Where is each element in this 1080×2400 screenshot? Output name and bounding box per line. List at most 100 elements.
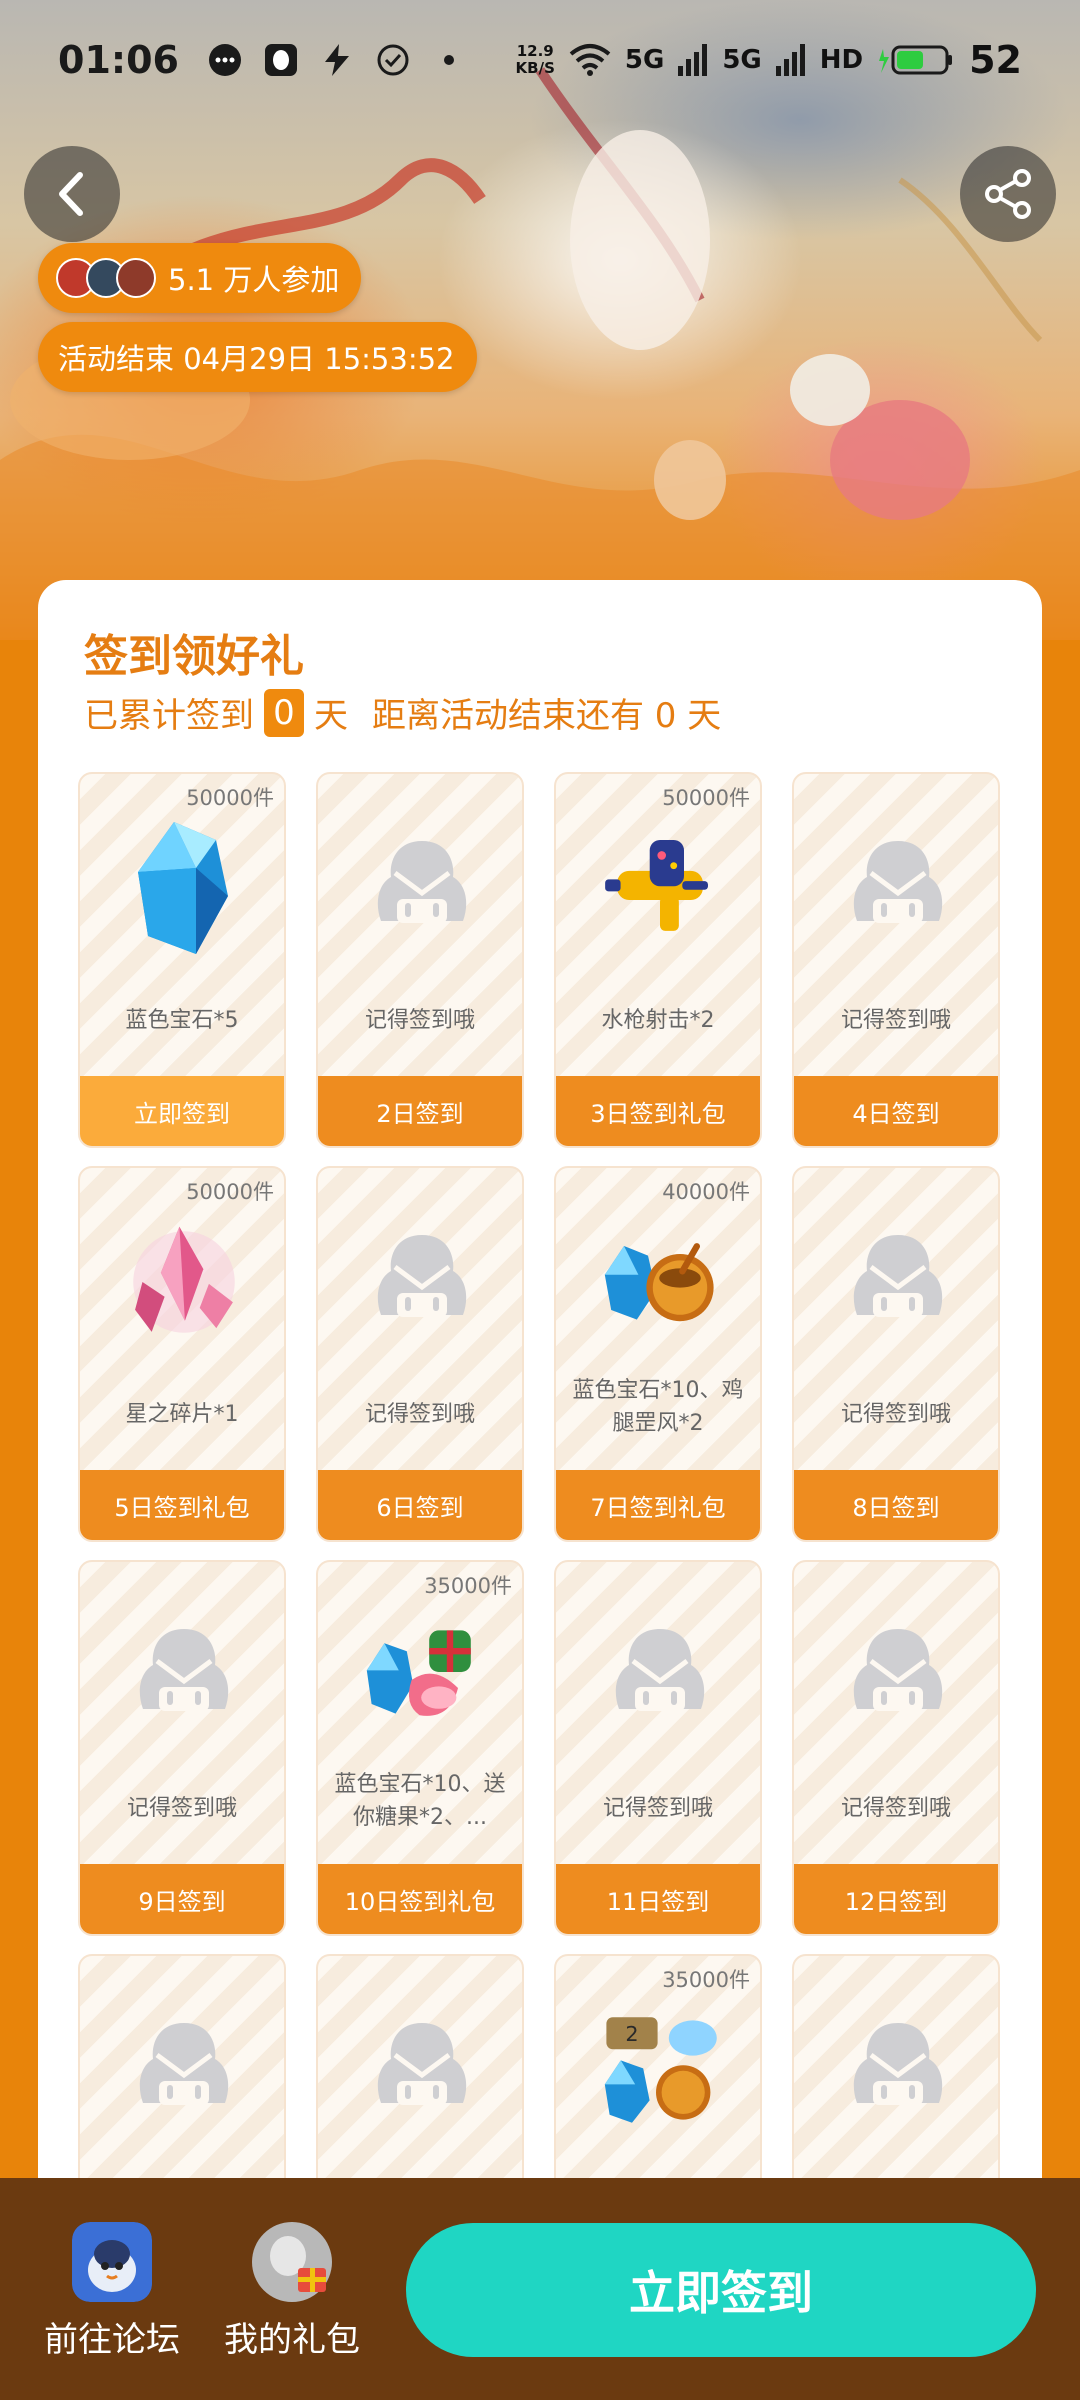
day-checkin-button[interactable]: 10日签到礼包 [318,1864,522,1934]
signal-bars-icon [678,44,708,76]
forum-app-icon [72,2222,152,2302]
remaining-days: 距离活动结束还有 0 天 [372,696,722,736]
checkin-now-tile-button[interactable]: 立即签到 [80,1076,284,1146]
end-time-pill: 活动结束 04月29日 15:53:52 [38,322,477,392]
reward-name: 蓝色宝石*10、鸡腿罡风*2 [572,1378,744,1436]
day-checkin-button[interactable]: 4日签到 [794,1076,998,1146]
reward-tile: 记得签到哦 4日签到 [792,772,1000,1148]
participant-avatars [56,258,156,298]
checkin-card: 签到领好礼 已累计签到 0 天 距离活动结束还有 0 天 50000件 蓝色宝石*… [38,580,1042,2400]
my-gifts-button[interactable]: 我的礼包 [222,2222,362,2361]
stock-count: 35000件 [424,1574,512,1598]
placeholder-icon [124,1616,244,1736]
blue-gem-icon [124,822,244,954]
badge-gem-pot-icon: 2 [600,2010,720,2130]
forum-label: 前往论坛 [44,2320,180,2360]
gem-and-pot-icon [600,1222,720,1342]
reward-tile: 记得签到哦 6日签到 [316,1166,524,1542]
hero-banner: 01:06 12.9 KB/S 5G 5G HD 52 5.1 万人参加 活动结… [0,0,1080,640]
reward-tile: 记得签到哦 8日签到 [792,1166,1000,1542]
placeholder-icon [362,1222,482,1342]
signal-2-label: 5G [722,45,762,75]
battery-icon [879,45,953,75]
placeholder-icon [600,1616,720,1736]
reward-tile: 记得签到哦 2日签到 [316,772,524,1148]
water-gun-icon [600,828,720,948]
reward-grid: 50000件 蓝色宝石*5 立即签到 记得签到哦 2日签到 50000件 水枪射击*2 3日签… [78,772,1000,2330]
more-dot-icon [443,55,454,65]
wifi-icon [569,44,611,76]
stock-count: 35000件 [662,1968,750,1992]
day-checkin-button[interactable]: 2日签到 [318,1076,522,1146]
reward-name: 水枪射击*2 [601,1008,715,1033]
back-button[interactable] [24,146,120,242]
net-speed-unit: KB/S [515,59,555,77]
share-button[interactable] [960,146,1056,242]
hd-label: HD [819,45,864,75]
stock-count: 50000件 [662,786,750,810]
day-checkin-button[interactable]: 8日签到 [794,1470,998,1540]
day-checkin-button[interactable]: 12日签到 [794,1864,998,1934]
gem-and-candy-icon [362,1616,482,1736]
reward-name: 记得签到哦 [364,1008,475,1033]
signed-days-count: 0 [264,688,304,737]
reward-name: 记得签到哦 [602,1796,713,1821]
bottom-bar: 前往论坛 我的礼包 立即签到 [0,2178,1080,2400]
net-speed-value: 12.9 [516,42,554,60]
system-status: 12.9 KB/S 5G 5G HD 52 [516,38,1022,82]
placeholder-icon [124,2010,244,2130]
reward-name: 记得签到哦 [126,1796,237,1821]
placeholder-icon [838,828,958,948]
signal-bars-icon [775,44,805,76]
reward-name: 记得签到哦 [364,1402,475,1427]
placeholder-icon [362,2010,482,2130]
summary-days-unit: 天 [314,696,348,736]
summary-prefix: 已累计签到 [84,696,254,736]
stock-count: 50000件 [186,786,274,810]
gifts-label: 我的礼包 [224,2320,360,2360]
participants-count: 5.1 万人参加 [168,263,340,297]
end-time-text: 活动结束 04月29日 15:53:52 [58,342,455,376]
signal-1-label: 5G [624,45,665,75]
reward-tile: 40000件蓝色宝石*10、鸡腿罡风*2 7日签到礼包 [554,1166,762,1542]
reward-tile: 35000件蓝色宝石*10、送你糖果*2、... 10日签到礼包 [316,1560,524,1936]
day-checkin-button[interactable]: 7日签到礼包 [556,1470,760,1540]
go-to-forum-button[interactable]: 前往论坛 [42,2222,182,2361]
chat-bubble-icon [208,44,241,76]
star-shard-icon [124,1222,244,1342]
stock-count: 50000件 [186,1180,274,1204]
chevron-left-icon [59,172,83,216]
reward-name: 蓝色宝石*10、送你糖果*2、... [334,1772,506,1830]
reward-tile: 50000件水枪射击*2 3日签到礼包 [554,772,762,1148]
notification-icons [207,42,467,78]
placeholder-icon [362,828,482,948]
battery-level: 52 [969,38,1022,82]
checkin-summary: 已累计签到 0 天 距离活动结束还有 0 天 [84,688,721,737]
participants-pill: 5.1 万人参加 [38,243,362,313]
day-checkin-button[interactable]: 9日签到 [80,1864,284,1934]
reward-tile: 记得签到哦 11日签到 [554,1560,762,1936]
share-icon [985,169,1031,219]
qq-icon [264,44,297,76]
day-checkin-button[interactable]: 5日签到礼包 [80,1470,284,1540]
check-circle-icon [377,44,409,76]
lightning-icon [324,44,349,76]
reward-name: 蓝色宝石*5 [125,1008,239,1033]
placeholder-icon [838,2010,958,2130]
day-checkin-button[interactable]: 6日签到 [318,1470,522,1540]
reward-tile: 记得签到哦 9日签到 [78,1560,286,1936]
reward-name: 记得签到哦 [840,1402,951,1427]
stock-count: 40000件 [662,1180,750,1204]
status-time: 01:06 [58,38,179,82]
placeholder-icon [838,1222,958,1342]
reward-tile: 记得签到哦 12日签到 [792,1560,1000,1936]
reward-tile: 50000件星之碎片*1 5日签到礼包 [78,1166,286,1542]
day-checkin-button[interactable]: 11日签到 [556,1864,760,1934]
checkin-now-button[interactable]: 立即签到 [406,2223,1036,2357]
placeholder-icon [838,1616,958,1736]
avatar [116,258,156,298]
status-bar: 01:06 12.9 KB/S 5G 5G HD 52 [0,0,1080,120]
reward-name: 记得签到哦 [840,1008,951,1033]
day-checkin-button[interactable]: 3日签到礼包 [556,1076,760,1146]
reward-name: 星之碎片*1 [125,1402,239,1427]
